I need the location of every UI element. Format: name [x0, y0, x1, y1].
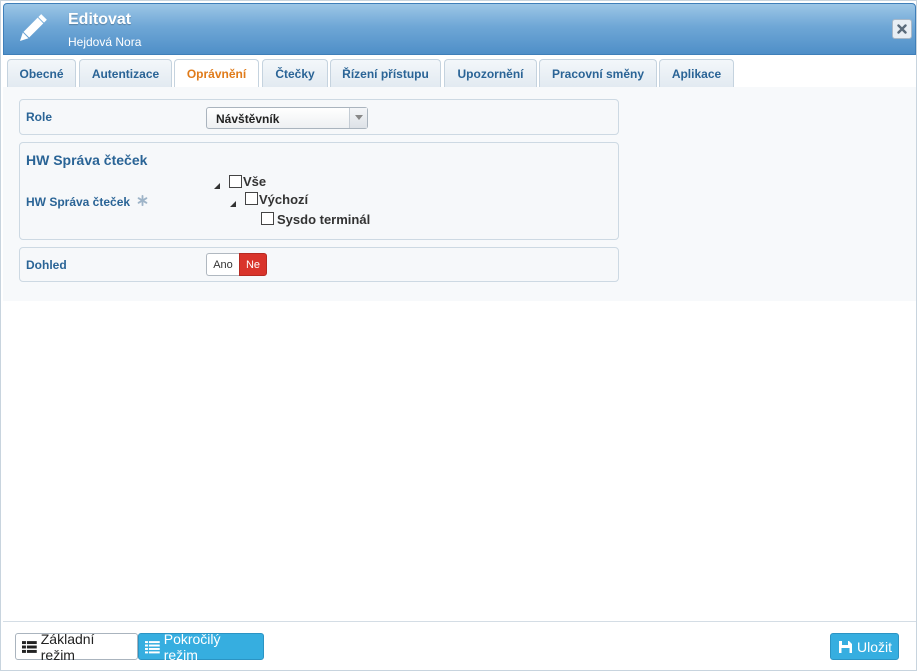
hw-readers-panel: HW Správa čteček HW Správa čteček Vše Vý… [19, 142, 619, 240]
basic-mode-label: Základní režim [40, 630, 95, 663]
tree-label-default: Výchozí [259, 192, 309, 207]
supervision-yes-button[interactable]: Ano [206, 253, 239, 276]
supervision-toggle: Ano Ne [206, 253, 267, 276]
chevron-down-icon [349, 108, 367, 128]
tree-label-all: Vše [243, 174, 267, 189]
dialog-titlebar: Editovat Hejdová Nora [3, 3, 916, 55]
role-select[interactable]: Návštěvník [206, 107, 368, 129]
tab-readers[interactable]: Čtečky [262, 59, 328, 87]
edit-dialog: Editovat Hejdová Nora Obecné Autentizace… [0, 0, 917, 671]
basic-mode-button[interactable]: Základní režim [15, 630, 138, 663]
tab-work-shifts[interactable]: Pracovní směny [539, 59, 657, 87]
advanced-mode-button[interactable]: Pokročilý režim [138, 630, 264, 663]
advanced-mode-label: Pokročilý režim [163, 630, 221, 663]
tree-label-terminal: Sysdo terminál [277, 212, 371, 227]
tab-bar: Obecné Autentizace Oprávnění Čtečky Říze… [3, 55, 916, 88]
save-label: Uložit [857, 638, 893, 655]
dialog-footer: Základní režim Pokročilý režim Uložit [3, 621, 916, 670]
tab-applications[interactable]: Aplikace [659, 59, 734, 87]
supervision-no-button[interactable]: Ne [239, 253, 267, 276]
supervision-panel: Dohled Ano Ne [19, 247, 619, 282]
tree-checkbox-default[interactable] [245, 192, 258, 205]
tree-expand-default-icon[interactable] [229, 197, 237, 207]
tab-access-control[interactable]: Řízení přístupu [330, 59, 441, 87]
tree-checkbox-all[interactable] [229, 175, 242, 188]
dialog-title: Editovat [68, 11, 132, 28]
role-select-value: Návštěvník [216, 112, 280, 126]
hw-readers-label: HW Správa čteček [26, 195, 131, 209]
role-label: Role [26, 110, 53, 124]
tab-permissions[interactable]: Oprávnění [174, 59, 259, 88]
permissions-content: Role Návštěvník HW Správa čteček HW Sprá… [3, 87, 916, 301]
list-icon [22, 640, 37, 653]
save-button[interactable]: Uložit [830, 633, 899, 660]
close-icon [897, 24, 907, 34]
dialog-subtitle: Hejdová Nora [68, 35, 142, 49]
pencil-icon [14, 11, 50, 47]
floppy-disk-icon [839, 640, 852, 653]
tree-expand-all-icon[interactable] [213, 179, 221, 189]
hw-readers-section-title: HW Správa čteček [26, 152, 148, 168]
tree-checkbox-terminal[interactable] [261, 212, 274, 225]
supervision-label: Dohled [26, 258, 67, 272]
close-button[interactable] [892, 19, 912, 39]
asterisk-icon [137, 195, 148, 209]
tab-authentication[interactable]: Autentizace [79, 59, 172, 87]
detailed-list-icon [145, 640, 160, 653]
role-panel: Role Návštěvník [19, 99, 619, 135]
tab-general[interactable]: Obecné [7, 59, 76, 87]
tab-notifications[interactable]: Upozornění [444, 59, 537, 87]
